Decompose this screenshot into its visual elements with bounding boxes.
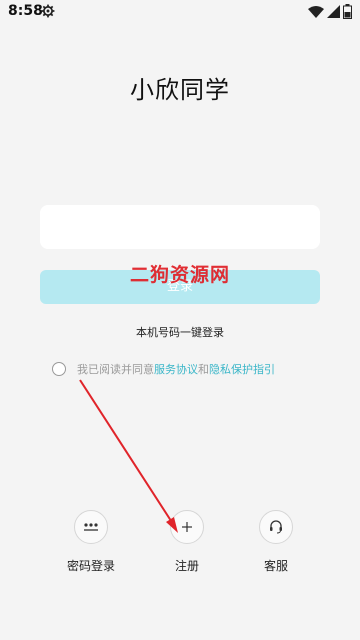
status-icons [308,4,352,19]
agreement-row: 我已阅读并同意 服务协议 和 隐私保护指引 [52,361,275,377]
customer-service-button[interactable]: 客服 [241,510,311,574]
status-bar: 8:58 [0,0,360,24]
password-dots-icon [84,523,98,531]
login-button[interactable]: 登录 [40,270,320,304]
customer-service-label: 客服 [263,559,288,573]
one-tap-login-link[interactable]: 本机号码一键登录 [0,324,360,340]
agreement-checkbox[interactable] [52,362,66,376]
register-button[interactable]: 注册 [152,510,222,574]
status-time: 8:58 [8,3,43,19]
battery-icon [343,4,352,19]
settings-gear-icon [41,4,55,18]
phone-input[interactable] [40,205,320,249]
password-login-button[interactable]: 密码登录 [56,510,126,574]
register-label: 注册 [174,559,199,573]
signal-icon [327,5,340,18]
privacy-policy-link[interactable]: 隐私保护指引 [209,361,275,377]
app-title: 小欣同学 [130,76,230,104]
agreement-connector: 和 [198,363,209,376]
register-circle[interactable] [170,510,204,544]
password-login-circle[interactable] [74,510,108,544]
service-agreement-link[interactable]: 服务协议 [154,361,198,377]
headset-icon [270,520,282,534]
agreement-prefix: 我已阅读并同意 [77,363,154,376]
password-login-label: 密码登录 [66,559,115,573]
customer-service-circle[interactable] [259,510,293,544]
wifi-icon [308,6,324,18]
plus-icon [182,522,192,532]
